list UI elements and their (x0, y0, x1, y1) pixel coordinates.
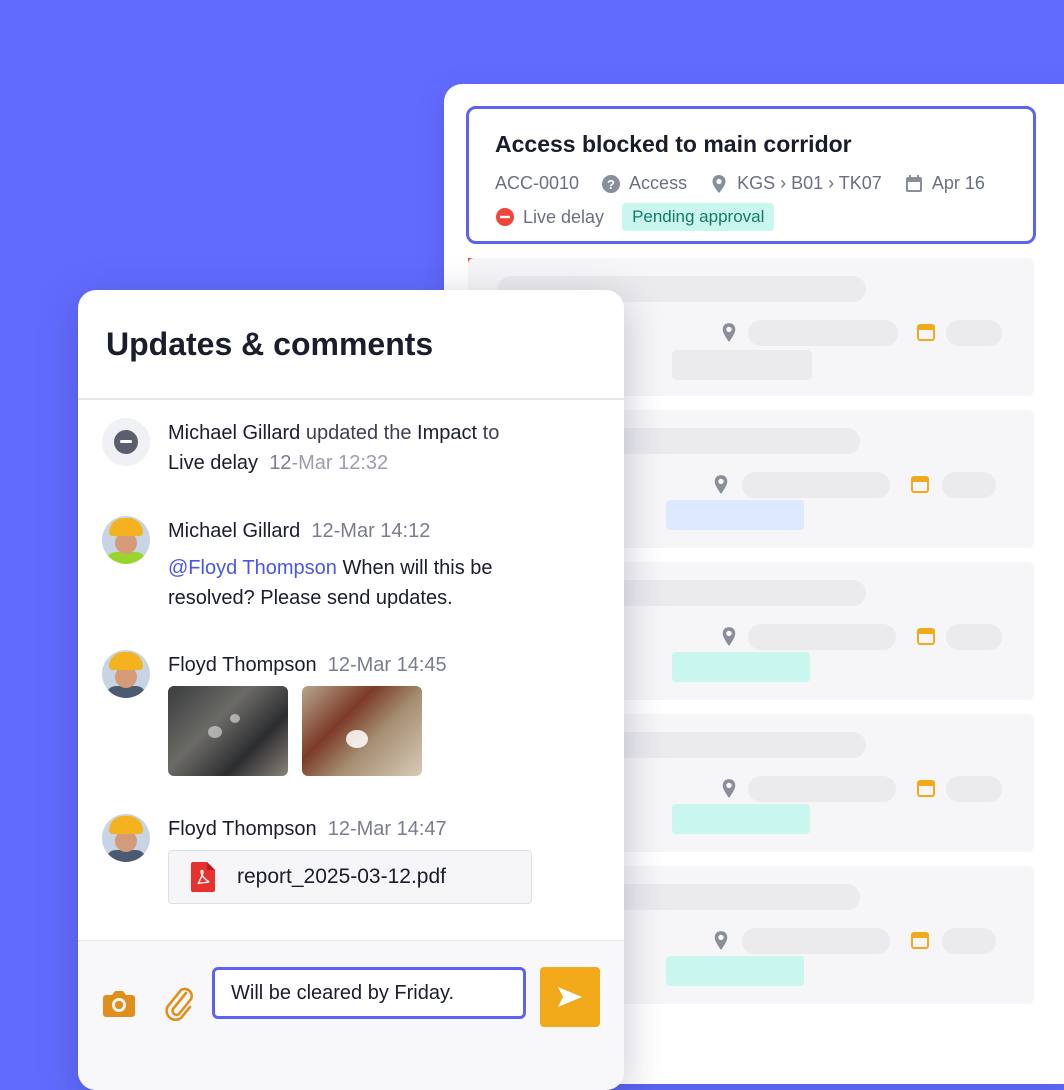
pin-icon (722, 323, 736, 342)
pdf-icon (191, 862, 215, 892)
file-name: report_2025-03-12.pdf (237, 865, 446, 888)
avatar (102, 814, 150, 862)
comment-time: 12-Mar 14:47 (327, 818, 447, 840)
comment-header: Michael Gillard 12-Mar 14:12 (168, 516, 430, 546)
comment-composer: Will be cleared by Friday. (78, 940, 624, 1090)
issue-date: Apr 16 (904, 173, 985, 194)
minus-circle-icon (114, 430, 138, 454)
pin-icon (714, 475, 728, 494)
pin-icon (722, 627, 736, 646)
issue-title: Access blocked to main corridor (495, 131, 852, 157)
calendar-icon (917, 628, 935, 645)
status-badge: Pending approval (622, 203, 775, 231)
avatar (102, 516, 150, 564)
issue-status-row: Live delay Pending approval (495, 203, 775, 231)
comment-time: 12-Mar 14:45 (327, 654, 447, 676)
avatar (102, 650, 150, 698)
comment-header: Floyd Thompson 12-Mar 14:45 (168, 650, 447, 680)
comment-header: Floyd Thompson 12-Mar 14:47 (168, 814, 447, 844)
svg-text:?: ? (607, 177, 615, 192)
photo-thumbnail[interactable] (302, 686, 422, 776)
calendar-icon (917, 780, 935, 797)
send-button[interactable] (540, 967, 600, 1027)
panel-title: Updates & comments (106, 326, 434, 362)
calendar-icon (917, 324, 935, 341)
issue-location: KGS › B01 › TK07 (709, 173, 882, 194)
mention-link[interactable]: @Floyd Thompson (168, 557, 337, 579)
author-name: Floyd Thompson (168, 818, 317, 840)
issue-category: ? Access (601, 173, 687, 194)
issue-id: ACC-0010 (495, 173, 580, 193)
question-icon: ? (602, 174, 621, 193)
send-icon (558, 987, 582, 1007)
camera-icon[interactable] (102, 989, 136, 1019)
pin-icon (714, 931, 728, 950)
system-update-icon (102, 418, 150, 466)
calendar-icon (911, 476, 929, 493)
minus-circle-icon (496, 208, 514, 226)
author-name: Floyd Thompson (168, 654, 317, 676)
pin-icon (722, 779, 736, 798)
comment-time: 12-Mar 14:12 (311, 520, 431, 542)
paperclip-icon[interactable] (164, 985, 194, 1021)
author-name: Michael Gillard (168, 520, 301, 542)
comment-input[interactable]: Will be cleared by Friday. (212, 967, 526, 1019)
selected-issue-card[interactable]: Access blocked to main corridor ACC-0010… (466, 106, 1036, 244)
calendar-icon (911, 932, 929, 949)
impact-label: Live delay (523, 206, 605, 227)
issue-meta-row: ACC-0010 ? Access KGS › B01 › TK07 Apr 1… (495, 173, 1007, 194)
calendar-icon (905, 174, 922, 192)
file-attachment[interactable]: report_2025-03-12.pdf (168, 850, 532, 904)
divider (78, 398, 624, 400)
system-update-text: Michael Gillard updated the Impact to Li… (168, 422, 500, 474)
photo-thumbnail[interactable] (168, 686, 288, 776)
pin-icon (712, 174, 726, 193)
comments-panel: Updates & comments Michael Gillard updat… (78, 290, 624, 1090)
comment-body: @Floyd Thompson When will this be resolv… (168, 557, 493, 609)
